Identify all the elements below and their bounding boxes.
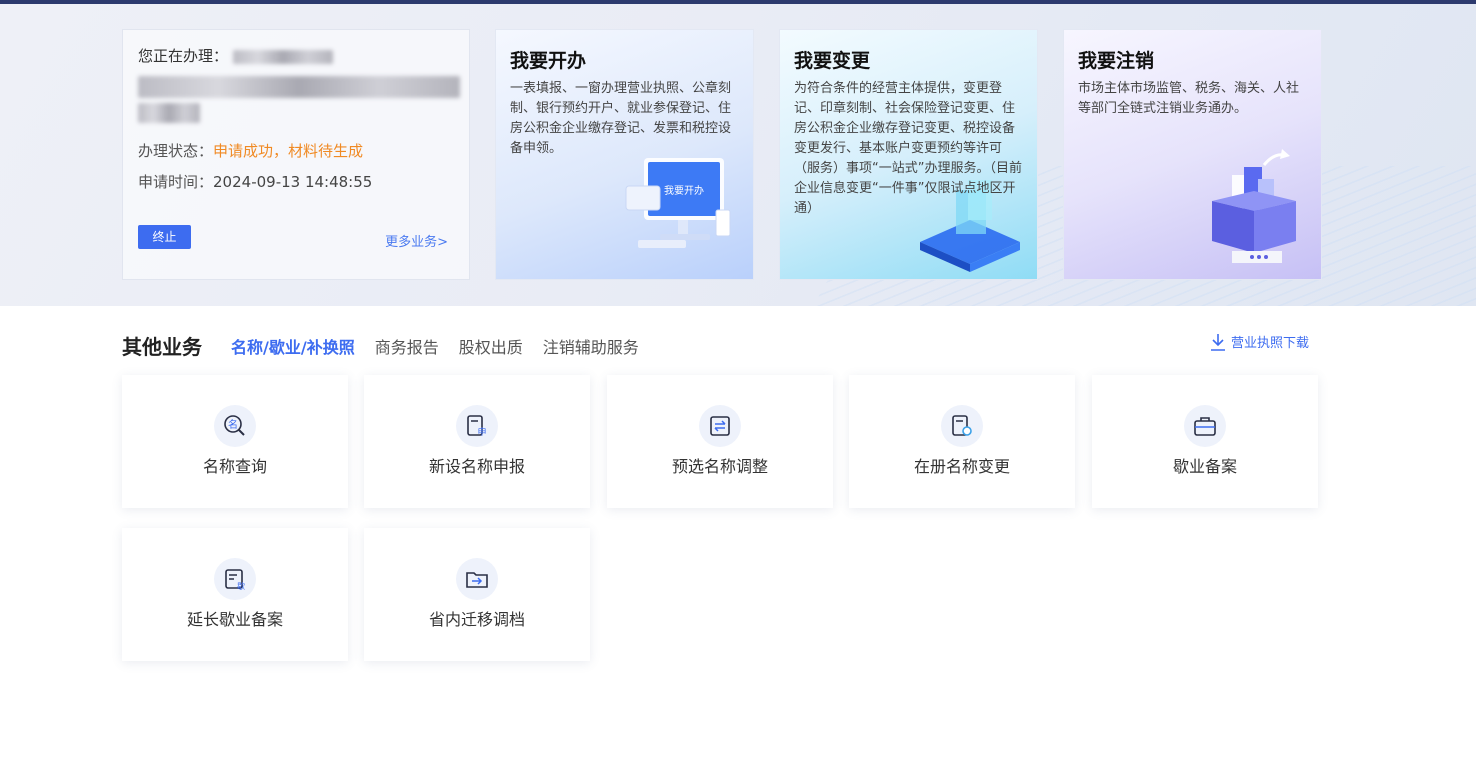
tile-province-transfer[interactable]: 省内迁移调档: [364, 528, 590, 661]
service-card-change[interactable]: 我要变更 为符合条件的经营主体提供，变更登记、印章刻制、社会保险登记变更、住房公…: [779, 29, 1038, 280]
redacted-company-name: [138, 76, 460, 98]
tile-label: 新设名称申报: [428, 457, 525, 476]
license-download-link[interactable]: 营业执照下载: [1210, 332, 1309, 351]
card-title: 我要变更: [794, 50, 871, 72]
name-search-icon: 名: [214, 405, 256, 447]
svg-text:歇: 歇: [237, 581, 245, 591]
tile-label: 歇业备案: [1172, 457, 1237, 476]
tab-equity-pledge[interactable]: 股权出质: [459, 334, 523, 358]
tile-extend-suspension[interactable]: 歇 延长歇业备案: [122, 528, 348, 661]
time-row: 申请时间：2024-09-13 14:48:55: [138, 171, 372, 192]
service-card-open[interactable]: 我要开办 一表填报、一窗办理营业执照、公章刻制、银行预约开户、就业参保登记、住房…: [495, 29, 754, 280]
section-title: 其他业务: [122, 335, 202, 359]
tab-name-suspension[interactable]: 名称/歇业/补换照: [231, 334, 355, 358]
card-desc: 一表填报、一窗办理营业执照、公章刻制、银行预约开户、就业参保登记、住房公积金企业…: [510, 81, 732, 156]
handling-label: 您正在办理：: [138, 47, 229, 65]
tile-label: 名称查询: [202, 457, 267, 476]
status-label: 办理状态：: [138, 142, 214, 160]
tile-label: 省内迁移调档: [428, 610, 525, 629]
tile-name-adjust[interactable]: 预选名称调整: [607, 375, 833, 508]
service-card-cancel[interactable]: 我要注销 市场主体市场监管、税务、海关、人社等部门全链式注销业务通办。: [1063, 29, 1322, 280]
card-title: 我要注销: [1078, 50, 1155, 72]
card-desc: 市场主体市场监管、税务、海关、人社等部门全链式注销业务通办。: [1078, 81, 1300, 116]
business-tabs: 名称/歇业/补换照 商务报告 股权出质 注销辅助服务: [231, 334, 639, 358]
tab-cancel-assist[interactable]: 注销辅助服务: [543, 334, 639, 358]
folder-transfer-icon: [456, 558, 498, 600]
more-business-link[interactable]: 更多业务>: [385, 231, 448, 250]
name-apply-icon: 申: [456, 405, 498, 447]
time-value: 2024-09-13 14:48:55: [213, 173, 373, 191]
svg-text:申: 申: [477, 426, 486, 438]
tab-business-report[interactable]: 商务报告: [375, 334, 439, 358]
download-label: 营业执照下载: [1231, 336, 1310, 351]
tile-name-change[interactable]: 在册名称变更: [849, 375, 1075, 508]
illus-text: 我要开办: [664, 184, 704, 197]
tile-new-name-apply[interactable]: 申 新设名称申报: [364, 375, 590, 508]
tile-label: 延长歇业备案: [186, 610, 283, 629]
svg-text:名: 名: [228, 418, 238, 431]
box-illustration-icon: [1212, 149, 1296, 263]
handling-line: 您正在办理：: [138, 46, 454, 66]
current-application-card: 您正在办理： 办理状态：申请成功，材料待生成 申请时间：2024-09-13 1…: [122, 29, 470, 280]
name-change-icon: [941, 405, 983, 447]
tile-label: 预选名称调整: [671, 457, 768, 476]
extend-suspension-icon: 歇: [214, 558, 256, 600]
stop-button[interactable]: 终止: [138, 225, 191, 249]
name-adjust-icon: [699, 405, 741, 447]
card-title: 我要开办: [510, 50, 587, 72]
computer-illustration-icon: 我要开办: [625, 158, 731, 248]
tile-name-search[interactable]: 名 名称查询: [122, 375, 348, 508]
status-value: 申请成功，材料待生成: [213, 142, 364, 160]
time-label: 申请时间：: [138, 173, 214, 191]
download-icon: [1211, 333, 1225, 351]
status-row: 办理状态：申请成功，材料待生成: [138, 140, 363, 161]
redacted-text: [232, 49, 333, 64]
briefcase-icon: [1184, 405, 1226, 447]
tile-label: 在册名称变更: [913, 457, 1010, 476]
tile-suspension-record[interactable]: 歇业备案: [1092, 375, 1318, 508]
card-desc: 为符合条件的经营主体提供，变更登记、印章刻制、社会保险登记变更、住房公积金企业缴…: [794, 81, 1022, 216]
